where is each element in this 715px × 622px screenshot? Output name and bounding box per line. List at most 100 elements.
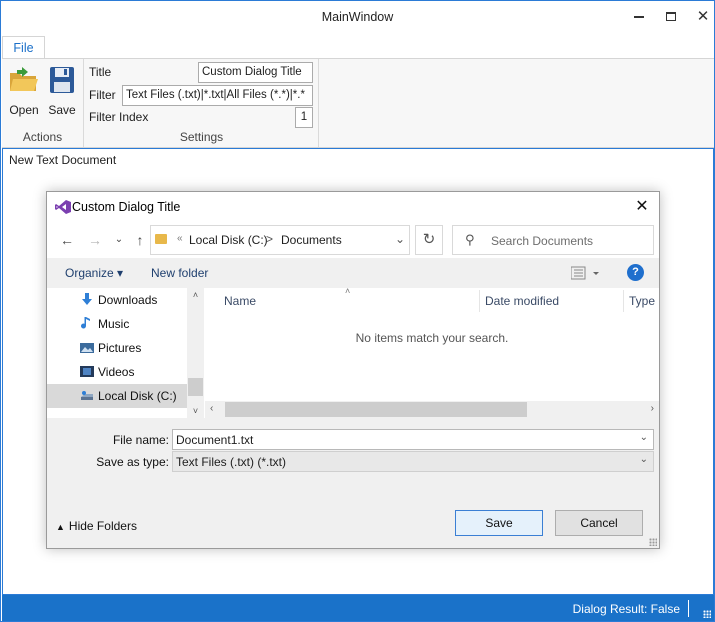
maximize-button[interactable] xyxy=(655,1,687,31)
scroll-down-icon[interactable]: ˅ xyxy=(187,406,204,416)
minimize-icon xyxy=(634,16,644,18)
save-as-type-value: Text Files (.txt) (*.txt) xyxy=(176,455,287,469)
save-ribbon-button[interactable]: Save xyxy=(43,65,81,117)
navigation-bar: ← → ⌄ ↑ « Local Disk (C:) > Documents ⌄ … xyxy=(47,222,659,258)
nav-item-music[interactable]: Music xyxy=(47,312,187,336)
nav-item-local-disk[interactable]: Local Disk (C:) xyxy=(47,384,187,408)
recent-locations-button[interactable]: ⌄ xyxy=(110,231,128,249)
column-header-type[interactable]: Type xyxy=(629,294,655,308)
file-list-pane: ˄ Name Date modified Type No items match… xyxy=(205,286,659,418)
nav-item-label: Music xyxy=(98,317,130,331)
arrow-right-icon: → xyxy=(88,232,102,248)
drive-icon xyxy=(81,391,93,400)
dialog-title: Custom Dialog Title xyxy=(72,200,181,214)
save-as-type-row: Save as type: Text Files (.txt) (*.txt) … xyxy=(47,451,659,473)
scroll-up-icon[interactable]: ˄ xyxy=(187,290,204,300)
title-bar: MainWindow ✕ xyxy=(1,1,714,35)
forward-button[interactable]: → xyxy=(86,231,104,249)
help-button[interactable]: ? xyxy=(627,264,644,281)
column-header-name[interactable]: Name xyxy=(224,294,256,308)
save-button[interactable]: Save xyxy=(455,510,543,536)
filter-index-input[interactable]: 1 xyxy=(295,107,313,128)
filter-setting-label: Filter xyxy=(89,88,116,102)
chevron-up-icon: ▲ xyxy=(56,522,65,532)
breadcrumb-documents[interactable]: Documents xyxy=(281,233,342,247)
column-header-date-modified[interactable]: Date modified xyxy=(485,294,559,308)
close-icon: ✕ xyxy=(696,7,710,25)
save-as-type-select[interactable]: Text Files (.txt) (*.txt) ⌄ xyxy=(172,451,654,472)
scrollbar-thumb[interactable] xyxy=(188,378,203,396)
title-setting-label: Title xyxy=(89,65,112,79)
tab-file[interactable]: File xyxy=(2,36,45,59)
column-separator[interactable] xyxy=(479,290,480,312)
floppy-disk-icon xyxy=(50,67,74,93)
open-folder-icon xyxy=(10,67,38,91)
up-button[interactable]: ↑ xyxy=(131,231,149,249)
scrollbar-thumb[interactable] xyxy=(225,402,527,417)
arrow-left-icon: ← xyxy=(60,232,74,248)
nav-item-videos[interactable]: Videos xyxy=(47,360,187,384)
address-bar[interactable]: « Local Disk (C:) > Documents ⌄ xyxy=(150,225,410,255)
filter-setting-input[interactable]: Text Files (.txt)|*.txt|All Files (*.*)|… xyxy=(122,85,313,106)
view-options-icon[interactable] xyxy=(571,266,599,280)
sort-ascending-icon: ˄ xyxy=(345,286,351,296)
settings-group-label: Settings xyxy=(179,130,224,144)
video-icon xyxy=(80,366,94,377)
pictures-icon xyxy=(80,343,94,353)
status-separator xyxy=(688,600,689,617)
refresh-button[interactable]: ↻ xyxy=(415,225,443,255)
save-label: Save xyxy=(48,103,76,117)
help-icon: ? xyxy=(632,266,639,278)
search-placeholder: Search Documents xyxy=(491,234,594,248)
scroll-left-icon[interactable]: ‹ xyxy=(210,403,213,414)
nav-item-pictures[interactable]: Pictures xyxy=(47,336,187,360)
folder-icon xyxy=(155,234,167,244)
hide-folders-button[interactable]: ▲ Hide Folders xyxy=(56,519,137,533)
search-icon: ⚲ xyxy=(465,232,475,247)
breadcrumb-local-disk[interactable]: Local Disk (C:) xyxy=(189,233,268,247)
nav-item-label: Local Disk (C:) xyxy=(98,389,177,403)
chevron-down-icon[interactable]: ⌄ xyxy=(640,432,648,443)
open-label: Open xyxy=(9,103,39,117)
filter-index-label: Filter Index xyxy=(89,110,149,124)
title-setting: Title Custom Dialog Title xyxy=(89,62,315,83)
breadcrumb-overflow[interactable]: « xyxy=(177,233,183,244)
minimize-button[interactable] xyxy=(623,1,655,31)
nav-pane-scrollbar[interactable]: ˄ ˅ xyxy=(187,288,204,418)
file-list-horizontal-scrollbar[interactable]: ‹ › xyxy=(205,401,659,418)
dialog-close-button[interactable]: ✕ xyxy=(631,196,653,218)
command-bar: Organize ▾ New folder ? xyxy=(47,258,659,288)
file-name-input[interactable]: Document1.txt ⌄ xyxy=(172,429,654,450)
nav-item-label: Pictures xyxy=(98,341,142,355)
resize-grip-icon[interactable] xyxy=(703,610,711,618)
title-setting-input[interactable]: Custom Dialog Title xyxy=(198,62,313,83)
organize-button[interactable]: Organize ▾ xyxy=(65,266,123,280)
open-button[interactable]: Open xyxy=(5,65,43,117)
maximize-icon xyxy=(666,11,676,21)
dialog-resize-grip-icon[interactable] xyxy=(649,538,657,546)
back-button[interactable]: ← xyxy=(58,231,76,249)
visual-studio-icon xyxy=(55,200,71,214)
column-separator[interactable] xyxy=(623,290,624,312)
nav-item-downloads[interactable]: Downloads xyxy=(47,288,187,312)
chevron-down-icon[interactable]: ⌄ xyxy=(640,454,648,465)
refresh-icon: ↻ xyxy=(422,231,436,248)
cancel-button[interactable]: Cancel xyxy=(555,510,643,536)
save-as-type-label: Save as type: xyxy=(96,455,169,469)
breadcrumb-separator[interactable]: > xyxy=(266,232,273,246)
file-name-label: File name: xyxy=(112,433,169,447)
status-bar: Dialog Result: False xyxy=(2,595,714,621)
address-dropdown-icon[interactable]: ⌄ xyxy=(395,232,405,246)
new-folder-button[interactable]: New folder xyxy=(151,266,208,280)
ribbon: Open Save Actions Title Custom Dialog Ti… xyxy=(2,58,714,148)
hide-folders-label: Hide Folders xyxy=(68,519,137,533)
search-input[interactable]: ⚲ Search Documents xyxy=(452,225,654,255)
ribbon-group-actions: Open Save Actions xyxy=(2,59,84,147)
file-name-value: Document1.txt xyxy=(176,433,254,447)
close-button[interactable]: ✕ xyxy=(687,1,715,31)
navigation-pane: Downloads Music Pictures Videos Local Di… xyxy=(47,288,205,418)
save-file-dialog: Custom Dialog Title ✕ ← → ⌄ ↑ « Local Di… xyxy=(46,191,660,549)
chevron-down-icon: ⌄ xyxy=(114,234,124,245)
download-icon xyxy=(82,293,92,305)
scroll-right-icon[interactable]: › xyxy=(651,403,654,414)
